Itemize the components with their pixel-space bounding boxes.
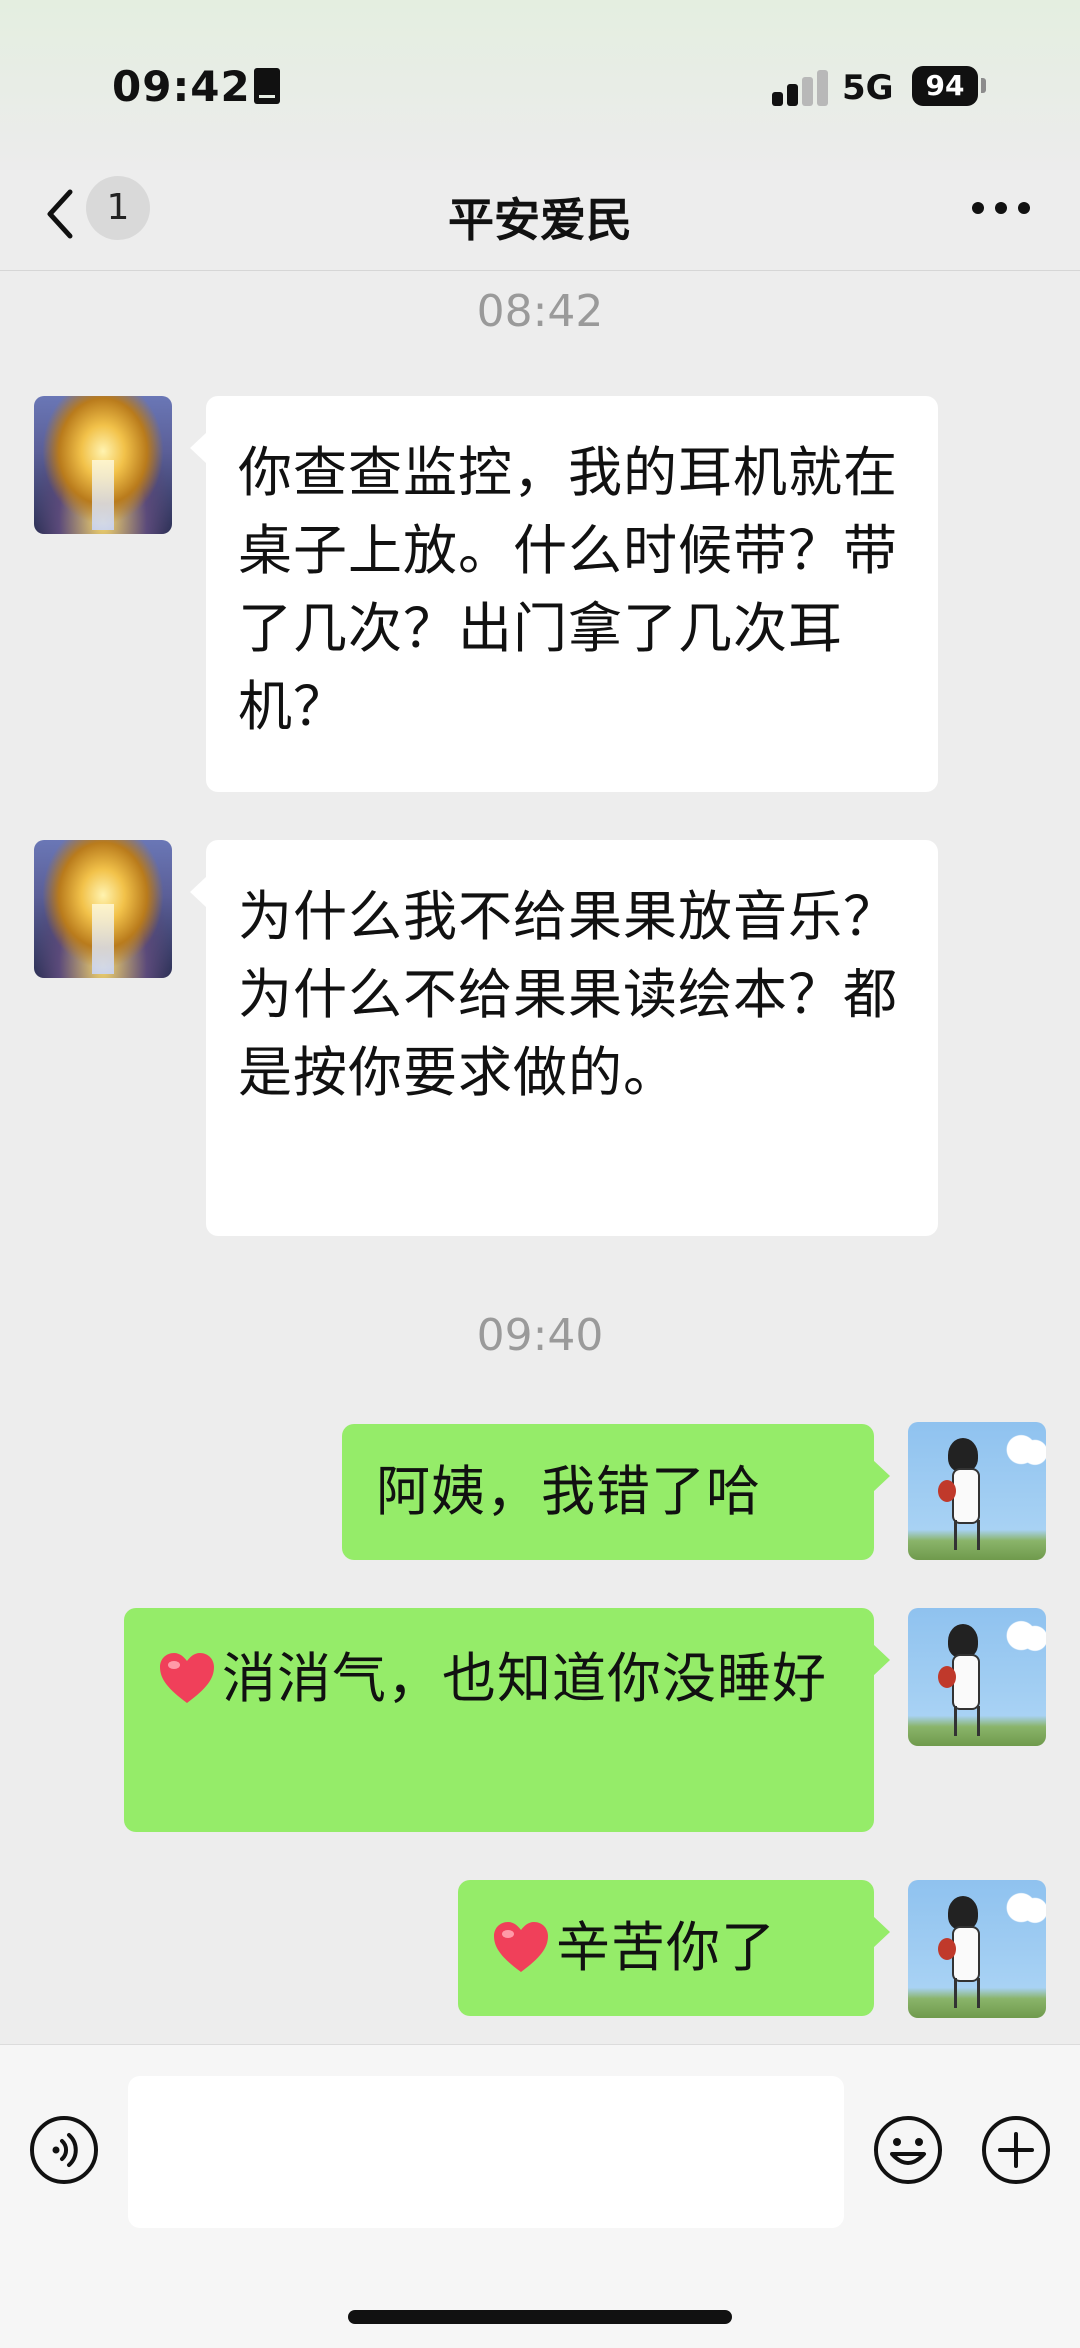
heart-icon xyxy=(494,1922,548,1972)
message-text: 阿姨，我错了哈 xyxy=(376,1460,761,1523)
outgoing-message-bubble[interactable]: 阿姨，我错了哈 xyxy=(342,1424,890,1560)
contact-avatar[interactable] xyxy=(34,396,172,534)
user-avatar[interactable] xyxy=(908,1422,1046,1560)
emoji-icon[interactable] xyxy=(872,2114,944,2186)
incoming-message-bubble[interactable]: 你查查监控，我的耳机就在桌子上放。什么时候带？带了几次？出门拿了几次耳机？ xyxy=(190,396,938,792)
status-time: 09:42 xyxy=(112,62,251,111)
header-divider xyxy=(0,270,1080,271)
message-text: 辛苦你了 xyxy=(556,1916,776,1979)
user-avatar[interactable] xyxy=(908,1608,1046,1746)
message-text: 你查查监控，我的耳机就在桌子上放。什么时候带？带了几次？出门拿了几次耳机？ xyxy=(238,441,898,738)
reading-icon xyxy=(254,68,280,104)
outgoing-message-bubble[interactable]: 辛苦你了 xyxy=(458,1880,890,2016)
message-text: 消消气，也知道你没睡好 xyxy=(222,1647,827,1710)
signal-icon xyxy=(772,70,828,106)
chat-title: 平安爱民 xyxy=(448,193,632,247)
plus-icon[interactable] xyxy=(980,2114,1052,2186)
more-icon[interactable] xyxy=(968,196,1034,220)
voice-icon[interactable] xyxy=(28,2114,100,2186)
user-avatar[interactable] xyxy=(908,1880,1046,2018)
timestamp: 09:40 xyxy=(476,1310,604,1361)
incoming-message-bubble[interactable]: 为什么我不给果果放音乐？为什么不给果果读绘本？都是按你要求做的。 xyxy=(190,840,938,1236)
timestamp: 08:42 xyxy=(476,286,604,337)
home-indicator[interactable] xyxy=(348,2310,732,2324)
message-text: 为什么我不给果果放音乐？为什么不给果果读绘本？都是按你要求做的。 xyxy=(238,885,898,1104)
battery-indicator: 94 xyxy=(912,66,978,106)
battery-cap xyxy=(981,78,986,93)
contact-avatar[interactable] xyxy=(34,840,172,978)
network-type: 5G xyxy=(842,68,894,108)
outgoing-message-bubble[interactable]: 消消气，也知道你没睡好 xyxy=(124,1608,890,1832)
message-input[interactable] xyxy=(128,2076,844,2228)
heart-icon xyxy=(160,1653,214,1703)
